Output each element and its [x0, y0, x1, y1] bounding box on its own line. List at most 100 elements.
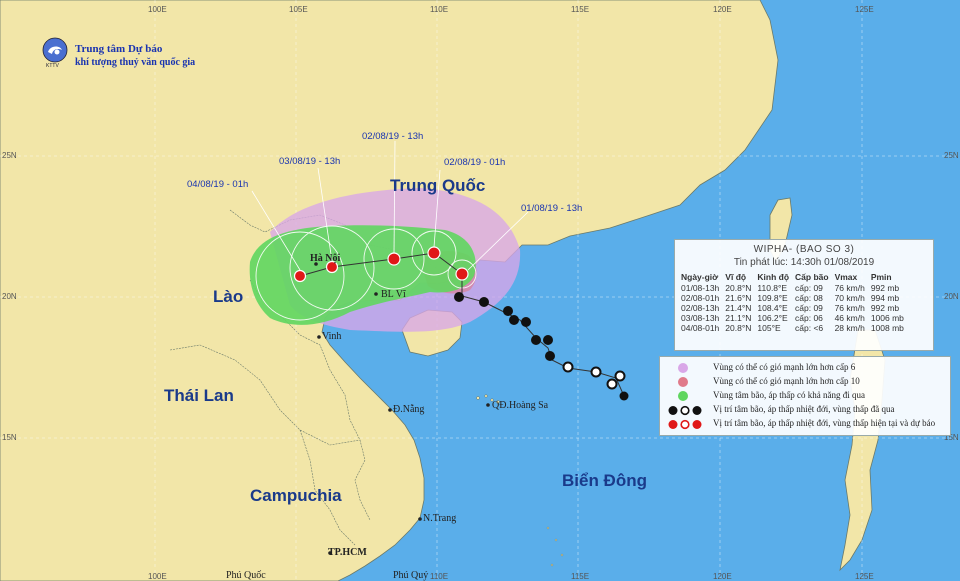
storm-info-box: WIPHA- (BAO SO 3) Tin phát lúc: 14:30h 0… — [674, 239, 934, 351]
cell: 76 km/h — [834, 283, 865, 293]
label-hoangsa: QĐ.Hoàng Sa — [492, 400, 549, 411]
label-east-sea: Biển Đông — [562, 471, 647, 490]
cell: 21.6°N — [725, 293, 752, 303]
lon-label: 125E — [855, 5, 874, 14]
lon-label: 110E — [430, 5, 449, 14]
org-logo: KTTV — [40, 36, 70, 69]
city-marker-danang — [388, 408, 392, 412]
cell: cấp: 06 — [795, 313, 823, 323]
storm-title: WIPHA- (BAO SO 3) — [753, 244, 855, 255]
legend-text: Vùng tâm bão, áp thấp có khả năng đi qua — [713, 390, 865, 400]
table-row: 04/08-01h 20.8°N 105°E cấp: <6 28 km/h 1008 m… — [679, 323, 908, 333]
table-row: 02/08-13h 21.4°N 108.4°E cấp: 09 76 km/h 992 … — [679, 303, 908, 313]
cell: 109.8°E — [757, 293, 788, 303]
label-thailand: Thái Lan — [164, 386, 234, 405]
cell: 04/08-01h — [681, 323, 720, 333]
track-label: 01/08/19 - 13h — [521, 203, 583, 214]
label-laos: Lào — [213, 287, 244, 306]
cell: 106.2°E — [757, 313, 788, 323]
lat-label-right: 25N — [944, 151, 959, 160]
past-position-marker — [521, 317, 531, 327]
label-cambodia: Campuchia — [250, 486, 342, 505]
table-header-row: Ngày-giờ Vĩ độ Kinh độ Cấp bão Vmax Pmin — [679, 272, 908, 283]
cell: 02/08-13h — [681, 303, 720, 313]
past-position-marker — [531, 335, 541, 345]
cell: 108.4°E — [757, 303, 788, 313]
label-phuquoc: Phú Quốc — [226, 570, 266, 581]
cell: 110.8°E — [757, 283, 788, 293]
cell: 20.8°N — [725, 323, 752, 333]
cell: 994 mb — [870, 293, 900, 303]
issued-time: Tin phát lúc: 14:30h 01/08/2019 — [733, 257, 875, 268]
legend-text: Vùng có thể có gió mạnh lớn hơn cấp 6 — [713, 362, 856, 372]
lon-label: 100E — [148, 5, 167, 14]
past-position-marker — [619, 391, 629, 401]
past-position-marker — [543, 335, 553, 345]
legend-text: Vùng có thể có gió mạnh lớn hơn cấp 10 — [713, 376, 860, 386]
past-position-marker — [606, 378, 618, 390]
legend-item: Vùng tâm bão, áp thấp có khả năng đi qua — [660, 389, 950, 403]
forecast-position-marker — [455, 267, 469, 281]
table-row: 03/08-13h 21.1°N 106.2°E cấp: 06 46 km/h 1006… — [679, 313, 908, 323]
cell: 46 km/h — [834, 313, 865, 323]
label-phuquy: Phú Quý — [393, 570, 429, 581]
cell: 70 km/h — [834, 293, 865, 303]
label-nhatrang: N.Trang — [423, 513, 457, 524]
label-vinh: Vinh — [322, 331, 342, 342]
lat-label: 15N — [2, 433, 17, 442]
lon-label-bottom: 115E — [571, 572, 590, 581]
cell: 21.4°N — [725, 303, 752, 313]
org-line-1: Trung tâm Dự báo — [75, 43, 163, 55]
past-position-marker — [562, 361, 574, 373]
cell: 28 km/h — [834, 323, 865, 333]
table-row: 01/08-13h 20.8°N 110.8°E cấp: 09 76 km/h 992 … — [679, 283, 908, 293]
lon-label-bottom: 120E — [713, 572, 732, 581]
table-row: 02/08-01h 21.6°N 109.8°E cấp: 08 70 km/h 994 … — [679, 293, 908, 303]
cell: 21.1°N — [725, 313, 752, 323]
col-header: Kinh độ — [757, 272, 790, 282]
past-position-marker — [479, 297, 489, 307]
lon-label-bottom: 110E — [430, 572, 449, 581]
wind6-swatch — [678, 363, 688, 373]
lat-label: 20N — [2, 292, 17, 301]
lon-label-bottom: 100E — [148, 572, 167, 581]
past-position-marker — [590, 366, 602, 378]
lon-label: 115E — [571, 5, 590, 14]
cell: 992 mb — [870, 283, 900, 293]
past-position-marker — [614, 370, 626, 382]
org-line-2: khí tượng thuỷ văn quốc gia — [75, 57, 196, 68]
cell: 76 km/h — [834, 303, 865, 313]
legend-item: Vùng có thể có gió mạnh lớn hơn cấp 6 — [660, 361, 950, 375]
legend-item: Vùng có thể có gió mạnh lớn hơn cấp 10 — [660, 375, 950, 389]
cell: 992 mb — [870, 303, 900, 313]
col-header: Pmin — [870, 272, 892, 282]
cone-swatch — [678, 391, 688, 401]
cell: cấp: 09 — [795, 303, 823, 313]
label-hcm: TP.HCM — [328, 547, 367, 558]
cell: 03/08-13h — [681, 313, 720, 323]
cell: cấp: <6 — [795, 323, 824, 333]
lon-label-bottom: 125E — [855, 572, 874, 581]
cell: 02/08-01h — [681, 293, 720, 303]
cell: cấp: 09 — [795, 283, 823, 293]
lat-label-right: 20N — [944, 292, 959, 301]
col-header: Vmax — [834, 272, 858, 282]
legend-text: Vị trí tâm bão, áp thấp nhiệt đới, vùng … — [713, 404, 895, 414]
past-position-marker — [503, 306, 513, 316]
cell: 105°E — [757, 323, 781, 333]
wind10-swatch — [678, 377, 688, 387]
city-marker-nhatrang — [418, 517, 422, 521]
cell: 20.8°N — [725, 283, 752, 293]
col-header: Cấp bão — [795, 272, 829, 282]
map-legend: Vùng có thể có gió mạnh lớn hơn cấp 6 Vù… — [659, 356, 951, 436]
forecast-position-marker — [293, 269, 307, 283]
cell: 1008 mb — [870, 323, 904, 333]
lon-label: 105E — [289, 5, 308, 14]
col-header: Vĩ độ — [725, 272, 747, 282]
label-hanoi: Hà Nội — [310, 253, 341, 264]
cell: cấp: 08 — [795, 293, 823, 303]
logo-text: KTTV — [46, 63, 59, 69]
lon-label: 120E — [713, 5, 732, 14]
past-position-marker — [545, 351, 555, 361]
city-marker-bachlongvi — [374, 292, 378, 296]
